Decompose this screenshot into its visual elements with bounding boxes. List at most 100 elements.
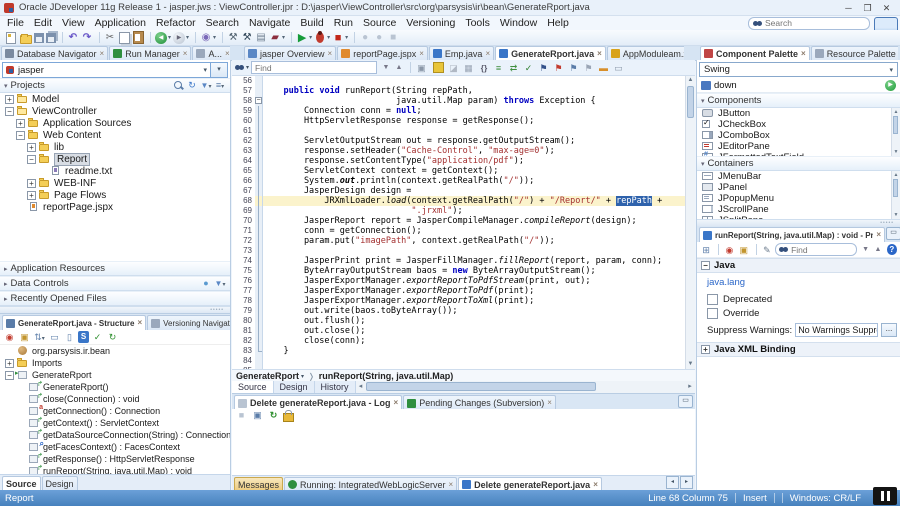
scroll-up-icon[interactable]: ▲ <box>892 171 900 179</box>
menu-window[interactable]: Window <box>495 16 542 30</box>
tree-item-lib[interactable]: + lib <box>0 141 230 153</box>
palette-tab-resource-palette[interactable]: Resource Palette× <box>810 46 898 60</box>
tree-item-application-sources[interactable]: + Application Sources <box>0 117 230 129</box>
menu-file[interactable]: File <box>2 16 29 30</box>
tree-item-report[interactable]: − Report <box>0 152 230 166</box>
find-previous-icon[interactable]: ▲ <box>872 244 883 256</box>
inspector-find-box[interactable] <box>775 243 857 256</box>
code-line-65[interactable]: 65 ServletContext context = getContext()… <box>232 166 695 176</box>
reformat-icon[interactable] <box>492 62 505 74</box>
tree-item-web-content[interactable]: − Web Content <box>0 129 230 141</box>
editor-tab-jasper-overview[interactable]: jasper Overview × <box>244 46 337 60</box>
override-checkbox[interactable] <box>707 307 718 319</box>
navigator-search-icon[interactable] <box>172 80 184 91</box>
breadcrumb-method[interactable]: runReport(String, java.util.Map) <box>319 371 454 381</box>
scroll-left-icon[interactable] <box>666 476 679 489</box>
tree-item-generaterport[interactable]: − GenerateRport <box>0 369 230 381</box>
java-section-header[interactable]: − Java <box>697 258 900 273</box>
refresh-icon[interactable] <box>186 80 198 91</box>
navigator-tab-database-navigator[interactable]: Database Navigator × <box>1 46 109 60</box>
code-line-73[interactable]: 73 <box>232 246 695 256</box>
dock-tab-delete-generatereport-java[interactable]: Delete generateReport.java × <box>458 477 602 491</box>
refresh-icon[interactable] <box>200 278 212 289</box>
log-tab-pending-changes-subversion[interactable]: Pending Changes (Subversion) × <box>403 395 556 410</box>
open-button[interactable] <box>20 31 32 45</box>
code-line-84[interactable]: 84 <box>232 356 695 366</box>
close-icon[interactable]: × <box>137 319 142 327</box>
code-line-56[interactable]: 56 <box>232 76 695 86</box>
chevron-down-icon[interactable]: ▾ <box>213 34 216 41</box>
save-all-button[interactable] <box>46 31 56 45</box>
forward-button[interactable]: ▾ <box>173 31 189 45</box>
code-editor[interactable]: 56 57 public void runReport(String repPat… <box>232 76 695 369</box>
deploy-button[interactable] <box>255 31 267 45</box>
structure-view-tab-source[interactable]: Source <box>2 476 41 490</box>
application-selector[interactable]: jasper ▾ <box>2 62 211 78</box>
property-inspector-tab[interactable]: runReport(String, java.util.Map) : void … <box>699 227 885 242</box>
suppress-warnings-field[interactable]: No Warnings Suppressed <box>795 323 878 337</box>
palette-item-jpanel[interactable]: JPanel <box>697 182 900 193</box>
expand-icon[interactable]: + <box>5 94 14 104</box>
stop-button[interactable]: ▾ <box>332 31 348 45</box>
list-view-icon[interactable] <box>48 331 61 343</box>
minimize-panel-icon[interactable] <box>886 227 900 240</box>
close-icon[interactable]: × <box>394 399 399 407</box>
palette-section-components[interactable]: Components <box>697 93 900 108</box>
windows-icon[interactable] <box>251 410 264 421</box>
structure-tab-generaterport-java-structure[interactable]: GenerateRport.java - Structure × <box>2 315 147 330</box>
video-pause-overlay-icon[interactable] <box>873 487 897 505</box>
code-line-62[interactable]: 62 ServletOutputStream out = response.ge… <box>232 136 695 146</box>
code-line-79[interactable]: 79 out.write(baos.toByteArray()); <box>232 306 695 316</box>
chevron-down-icon[interactable]: ▾ <box>309 34 312 41</box>
step-over-button[interactable] <box>359 31 371 45</box>
categories-icon[interactable] <box>700 244 712 256</box>
tree-item-org-parsysis-ir-bean[interactable]: org.parsysis.ir.bean <box>0 345 230 357</box>
menu-run[interactable]: Run <box>329 16 358 30</box>
code-line-69[interactable]: 69 ".jrxml"); <box>232 206 695 216</box>
menu-build[interactable]: Build <box>295 16 328 30</box>
lock-icon[interactable] <box>283 410 294 422</box>
tree-item-getresponse-httpservletresponse[interactable]: getResponse() : HttpServletResponse <box>0 452 230 465</box>
save-button[interactable] <box>34 31 44 45</box>
menu-refactor[interactable]: Refactor <box>151 16 201 30</box>
code-line-61[interactable]: 61 <box>232 126 695 136</box>
find-box[interactable] <box>251 61 378 74</box>
code-line-74[interactable]: 74 JasperPrint print = JasperFillManager… <box>232 256 695 266</box>
scroll-down-icon[interactable]: ▼ <box>686 360 695 369</box>
close-icon[interactable] <box>877 1 896 15</box>
scroll-up-icon[interactable]: ▲ <box>686 76 695 85</box>
projects-header[interactable]: Projects <box>0 78 230 93</box>
edit-icon[interactable] <box>761 244 773 256</box>
editor-tab-emp-java[interactable]: Emp.java × <box>428 46 495 60</box>
log-tab-delete-generatereport-java-log[interactable]: Delete generateReport.java - Log × <box>234 395 403 410</box>
close-icon[interactable]: × <box>225 49 230 58</box>
navigator-tab-a[interactable]: A... × <box>192 46 230 60</box>
code-line-63[interactable]: 63 response.setHeader("Cache-Control", "… <box>232 146 695 156</box>
structure-tab-versioning-navigator[interactable]: Versioning Navigator× <box>147 315 230 330</box>
stamp-icon[interactable] <box>462 62 475 74</box>
undo-button[interactable] <box>67 31 79 45</box>
make-button[interactable] <box>227 31 239 45</box>
code-line-76[interactable]: 76 JasperExportManager.exportReportToPdf… <box>232 276 695 286</box>
view-tab-history[interactable]: History <box>314 381 356 393</box>
back-button[interactable]: ▾ <box>155 31 171 45</box>
code-line-66[interactable]: 66 System.out.println(context.getRealPat… <box>232 176 695 186</box>
close-icon[interactable]: × <box>328 49 333 58</box>
check-icon[interactable] <box>522 62 535 74</box>
split-view-icon[interactable] <box>63 331 76 343</box>
cut-button[interactable] <box>104 31 116 45</box>
tree-item-getdatasourceconnection-string-connection[interactable]: getDataSourceConnection(String) : Connec… <box>0 428 230 441</box>
code-line-57[interactable]: 57 public void runReport(String repPath, <box>232 86 695 96</box>
chevron-down-icon[interactable]: ▾ <box>168 34 171 41</box>
expand-icon[interactable]: + <box>16 118 25 128</box>
erase-icon[interactable] <box>447 62 460 74</box>
flag-red-icon[interactable] <box>552 62 565 74</box>
refresh-icon[interactable] <box>267 410 280 421</box>
tree-item-viewcontroller[interactable]: − ViewController <box>0 105 230 117</box>
braces-icon[interactable] <box>477 62 490 74</box>
code-line-77[interactable]: 77 JasperExportManager.exportReportToPdf… <box>232 286 695 296</box>
palette-item-jeditorpane[interactable]: JEditorPane <box>697 141 900 152</box>
palette-item-jformattedtextfield[interactable]: JFormattedTextField <box>697 151 900 156</box>
select-icon[interactable] <box>415 62 428 74</box>
expand-icon[interactable]: + <box>27 190 36 200</box>
